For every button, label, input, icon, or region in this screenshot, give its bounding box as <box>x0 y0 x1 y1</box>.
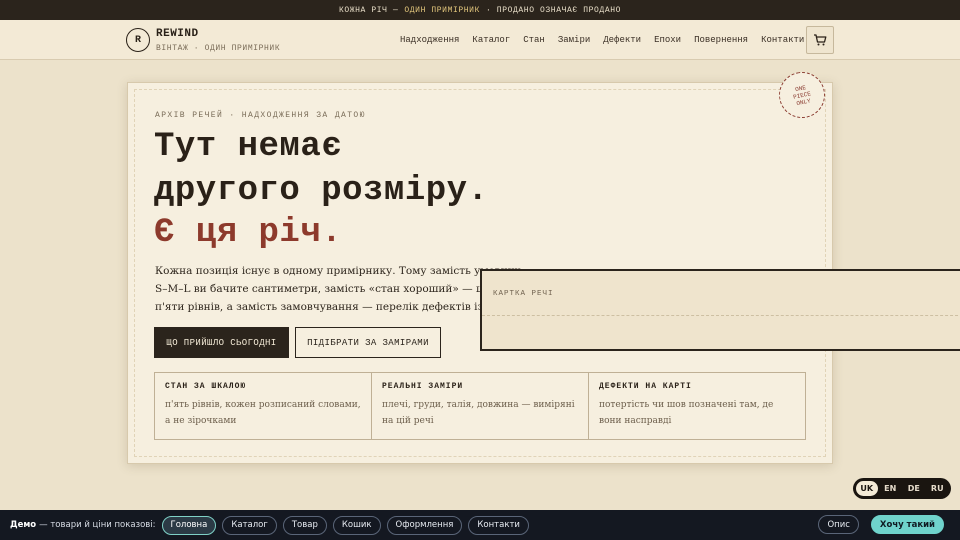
demo-link-catalog[interactable]: Каталог <box>222 515 277 535</box>
todays-arrivals-button[interactable]: ЩО ПРИЙШЛО СЬОГОДНІ <box>154 327 289 358</box>
feature-title: ДЕФЕКТИ НА КАРТІ <box>599 382 692 391</box>
hero-title-line-2: другого розміру. <box>154 172 489 210</box>
brand-name[interactable]: REWIND <box>156 28 199 40</box>
nav-returns[interactable]: Повернення <box>694 35 748 45</box>
cart-icon <box>814 34 827 46</box>
demo-link-checkout[interactable]: Оформлення <box>386 515 463 535</box>
feature-grid: СТАН ЗА ШКАЛОЮ п'ять рівнів, кожен розпи… <box>154 372 806 440</box>
demo-bar: Демо — товари й ціни показові: Головна К… <box>0 510 960 540</box>
item-card-panel: КАРТКА РЕЧІ <box>480 269 960 351</box>
match-by-measurements-button[interactable]: ПІДІБРАТИ ЗА ЗАМІРАМИ <box>295 327 441 358</box>
nav-contacts[interactable]: Контакти <box>761 35 804 45</box>
stamp-line-3: ONLY <box>795 96 812 107</box>
feature-condition: СТАН ЗА ШКАЛОЮ п'ять рівнів, кожен розпи… <box>155 373 372 439</box>
demo-link-home[interactable]: Головна <box>161 515 217 535</box>
announcement-text-2: · ПРОДАНО ОЗНАЧАЄ ПРОДАНО <box>486 5 622 15</box>
main-nav: Надходження Каталог Стан Заміри Дефекти … <box>400 20 817 60</box>
demo-link-cart[interactable]: Кошик <box>332 515 381 535</box>
hero-title-line-3: Є ця річ. <box>154 214 343 252</box>
nav-condition[interactable]: Стан <box>523 35 545 45</box>
feature-text: потертість чи шов позначені там, де вони… <box>599 400 774 426</box>
logo-mark[interactable]: R <box>126 28 150 52</box>
feature-text: п'ять рівнів, кожен розписаний словами, … <box>165 400 361 426</box>
lang-de[interactable]: DE <box>903 481 925 496</box>
nav-arrivals[interactable]: Надходження <box>400 35 459 45</box>
nav-catalog[interactable]: Каталог <box>472 35 510 45</box>
nav-measurements[interactable]: Заміри <box>558 35 590 45</box>
demo-link-product[interactable]: Товар <box>282 515 327 535</box>
feature-defects: ДЕФЕКТИ НА КАРТІ потертість чи шов позна… <box>589 373 805 439</box>
lang-ru[interactable]: RU <box>927 481 949 496</box>
demo-link-contacts[interactable]: Контакти <box>468 515 529 535</box>
announcement-bar: КОЖНА РІЧ — ОДИН ПРИМІРНИК · ПРОДАНО ОЗН… <box>0 0 960 20</box>
cart-button[interactable] <box>806 26 834 54</box>
nav-eras[interactable]: Епохи <box>654 35 681 45</box>
feature-title: РЕАЛЬНІ ЗАМІРИ <box>382 382 464 391</box>
brand-tagline: ВІНТАЖ · ОДИН ПРИМІРНИК <box>156 44 281 53</box>
description-button[interactable]: Опис <box>818 515 859 534</box>
nav-defects[interactable]: Дефекти <box>603 35 641 45</box>
lang-uk[interactable]: UK <box>856 481 878 496</box>
feature-title: СТАН ЗА ШКАЛОЮ <box>165 382 247 391</box>
language-switcher: UK EN DE RU <box>853 478 951 499</box>
panel-divider <box>482 315 960 316</box>
demo-actions: Опис Хочу такий <box>818 515 950 534</box>
item-card-label: КАРТКА РЕЧІ <box>493 290 554 298</box>
feature-text: плечі, груди, талія, довжина — виміряні … <box>382 400 575 426</box>
hero-title-line-1: Тут немає <box>154 128 343 166</box>
want-one-button[interactable]: Хочу такий <box>870 515 944 534</box>
hero-eyebrow: АРХІВ РЕЧЕЙ · НАДХОДЖЕННЯ ЗА ДАТОЮ <box>155 111 366 120</box>
lang-en[interactable]: EN <box>880 481 902 496</box>
demo-label: Демо <box>10 520 37 530</box>
site-header: R REWIND ВІНТАЖ · ОДИН ПРИМІРНИК Надходж… <box>0 20 960 60</box>
announcement-highlight: ОДИН ПРИМІРНИК <box>404 5 480 15</box>
hero-lead: Кожна позиція існує в одному примірнику.… <box>155 265 521 313</box>
feature-measurements: РЕАЛЬНІ ЗАМІРИ плечі, груди, талія, довж… <box>372 373 589 439</box>
demo-caption: — товари й ціни показові: <box>39 520 156 530</box>
announcement-text-1: КОЖНА РІЧ — <box>338 5 399 15</box>
